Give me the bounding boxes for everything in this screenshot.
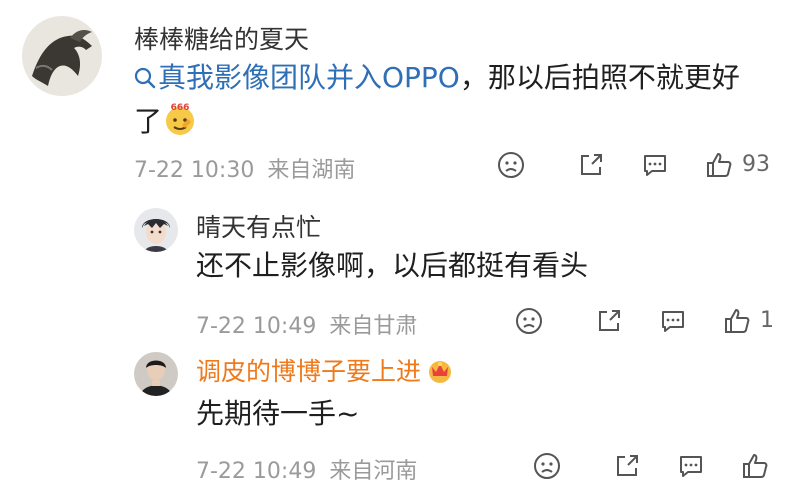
crown-badge-icon (429, 361, 452, 383)
reply-username-text[interactable]: 调皮的博博子要上进 (196, 357, 421, 386)
like-icon (725, 309, 750, 333)
reply-source: 来自甘肃 (329, 314, 418, 339)
dislike-button[interactable] (496, 150, 526, 180)
comment-button[interactable] (676, 451, 706, 481)
reply-meta: 7-22 10:49 来自河南 (196, 453, 417, 485)
like-count: 1 (760, 308, 774, 333)
reply-username[interactable]: 调皮的博博子要上进 (196, 352, 455, 388)
comment-icon (680, 456, 702, 477)
comment-icon (644, 155, 666, 176)
avatar[interactable] (22, 16, 102, 96)
horse-avatar-image (22, 16, 102, 96)
svg-text:666: 666 (171, 103, 190, 113)
reply-text: 先期待一手~ (196, 397, 360, 430)
reply-meta: 7-22 10:49 来自甘肃 (196, 308, 417, 340)
dislike-face-icon (516, 308, 542, 334)
like-count: 93 (742, 152, 770, 177)
comment-source: 来自湖南 (267, 158, 356, 183)
reply-source: 来自河南 (329, 459, 418, 484)
comment-text-line2: 了 (134, 105, 163, 138)
share-icon (599, 310, 620, 331)
like-button[interactable] (740, 451, 770, 481)
comment-button[interactable] (640, 150, 670, 180)
comment-text-line1: ，那以后拍照不就更好 (459, 61, 740, 94)
dislike-face-icon (498, 152, 524, 178)
like-button[interactable] (704, 150, 734, 180)
reply-text: 还不止影像啊，以后都挺有看头 (196, 249, 589, 282)
topic-link[interactable]: 真我影像团队并入OPPO (134, 61, 460, 94)
avatar[interactable] (134, 208, 178, 252)
share-button[interactable] (576, 150, 606, 180)
reply-username[interactable]: 晴天有点忙 (196, 208, 321, 244)
comment-button[interactable] (658, 306, 688, 336)
dislike-button[interactable] (532, 451, 562, 481)
share-icon (581, 154, 602, 175)
share-button[interactable] (594, 306, 624, 336)
comment-meta: 7-22 10:30 来自湖南 (134, 152, 355, 184)
like-button[interactable] (722, 306, 752, 336)
anime-boy-avatar-image (134, 208, 178, 252)
comment-text: 真我影像团队并入OPPO，那以后拍照不就更好了 666 (134, 56, 784, 144)
like-icon (743, 454, 768, 478)
comment-time: 7-22 10:30 (134, 158, 255, 183)
avatar[interactable] (134, 352, 178, 396)
dislike-button[interactable] (514, 306, 544, 336)
comment-icon (662, 311, 684, 332)
emoji-666-icon: 666 (166, 103, 195, 135)
reply-time: 7-22 10:49 (196, 459, 317, 484)
dislike-face-icon (534, 453, 560, 479)
share-icon (617, 455, 638, 476)
share-button[interactable] (612, 451, 642, 481)
reply-time: 7-22 10:49 (196, 314, 317, 339)
comment-username[interactable]: 棒棒糖给的夏天 (134, 20, 309, 56)
topic-text[interactable]: 真我影像团队并入OPPO (158, 61, 460, 94)
like-icon (707, 153, 732, 177)
person-avatar-image (134, 352, 178, 396)
search-icon (134, 67, 156, 89)
